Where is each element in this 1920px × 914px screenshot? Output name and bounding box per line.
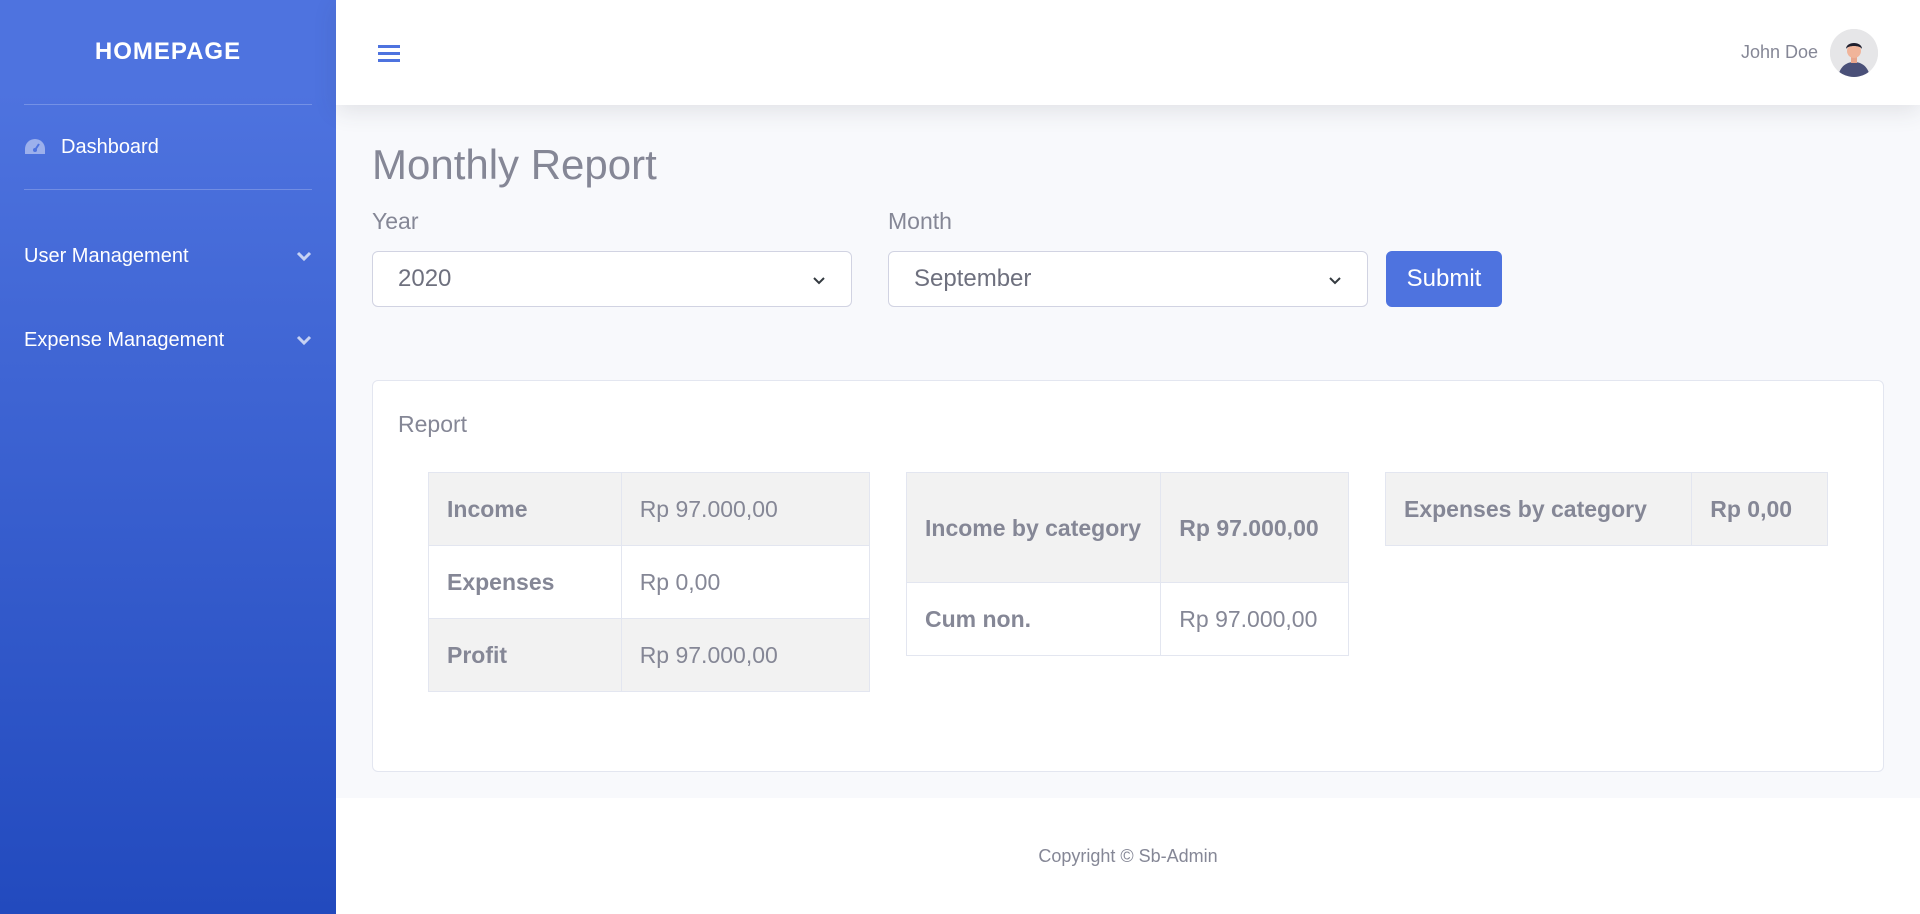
- year-select[interactable]: 2020: [372, 251, 852, 307]
- table-row: Cum non. Rp 97.000,00: [905, 582, 1349, 656]
- month-label: Month: [888, 208, 952, 234]
- avatar[interactable]: [1830, 28, 1878, 77]
- table-cell-value: Rp 97.000,00: [620, 472, 871, 546]
- table-cell-value: Rp 97.000,00: [1160, 472, 1349, 583]
- sidebar-item-label: User Management: [24, 244, 189, 267]
- sidebar-item-expense-management[interactable]: Expense Management: [0, 298, 336, 382]
- year-label: Year: [372, 208, 419, 234]
- sidebar-item-label: Expense Management: [24, 328, 225, 351]
- sidebar-item-dashboard[interactable]: Dashboard: [0, 105, 336, 189]
- brand-link[interactable]: HOMEPAGE: [0, 0, 336, 104]
- expense-category-table: Expenses by category Rp 0,00: [1384, 472, 1828, 546]
- chevron-down-icon: [296, 248, 312, 264]
- chevron-down-icon: [296, 332, 312, 348]
- year-value: 2020: [398, 265, 452, 292]
- table-cell-key: Income: [428, 472, 622, 546]
- hamburger-icon[interactable]: [378, 41, 402, 65]
- table-cell-key: Income by category: [905, 472, 1162, 583]
- page-title: Monthly Report: [372, 141, 657, 188]
- sidebar-item-label: Dashboard: [61, 135, 159, 158]
- card-title: Report: [398, 411, 468, 437]
- footer: Copyright © Sb-Admin: [336, 798, 1920, 914]
- tachometer-icon: [24, 136, 46, 158]
- table-row: Expenses Rp 0,00: [428, 545, 871, 619]
- chevron-down-icon: [1328, 265, 1342, 293]
- table-cell-value: Rp 97.000,00: [620, 618, 871, 692]
- user-name[interactable]: John Doe: [1741, 42, 1818, 63]
- month-value: September: [914, 265, 1032, 292]
- table-row: Expenses by category Rp 0,00: [1384, 472, 1828, 546]
- copyright-text: Copyright © Sb-Admin: [1038, 845, 1218, 866]
- chevron-down-icon: [812, 265, 826, 293]
- table-cell-key: Expenses by category: [1384, 472, 1693, 546]
- submit-button[interactable]: Submit: [1386, 251, 1502, 307]
- summary-table: Income Rp 97.000,00 Expenses Rp 0,00 Pro…: [428, 472, 871, 692]
- table-cell-key: Profit: [428, 618, 622, 692]
- topbar: John Doe: [336, 0, 1920, 105]
- table-cell-value: Rp 0,00: [1691, 472, 1828, 546]
- month-select[interactable]: September: [888, 251, 1368, 307]
- income-category-table: Income by category Rp 97.000,00 Cum non.…: [905, 472, 1349, 656]
- table-cell-key: Cum non.: [905, 582, 1162, 656]
- table-row: Profit Rp 97.000,00: [428, 618, 871, 692]
- sidebar: HOMEPAGE Dashboard User Management Expen…: [0, 0, 336, 914]
- report-card: Report Income Rp 97.000,00 Expenses Rp 0…: [372, 380, 1884, 772]
- table-cell-value: Rp 0,00: [620, 545, 871, 619]
- table-cell-value: Rp 97.000,00: [1160, 582, 1349, 656]
- table-row: Income by category Rp 97.000,00: [905, 472, 1349, 583]
- table-cell-key: Expenses: [428, 545, 622, 619]
- sidebar-item-user-management[interactable]: User Management: [0, 214, 336, 298]
- table-row: Income Rp 97.000,00: [428, 472, 871, 546]
